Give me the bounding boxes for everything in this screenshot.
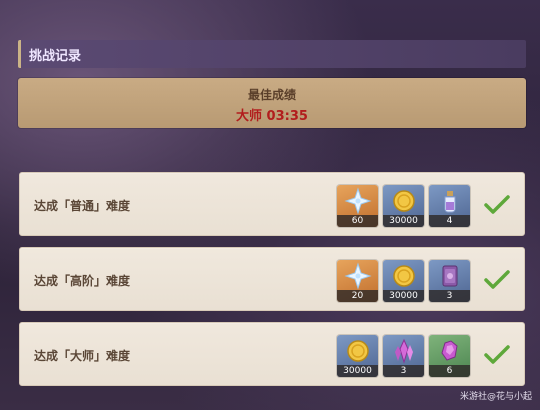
mora-coin-icon <box>383 185 424 217</box>
reward-item-book[interactable]: 3 <box>429 260 470 302</box>
challenge-row-advanced: 达成「高阶」难度 20 30000 3 <box>19 247 525 311</box>
primogem-icon <box>337 260 378 292</box>
reward-count: 30000 <box>383 215 424 227</box>
reward-count: 30000 <box>337 365 378 377</box>
completed-check-icon <box>484 195 510 219</box>
challenge-row-normal: 达成「普通」难度 60 30000 4 <box>19 172 525 236</box>
reward-item-crystal-chunk[interactable]: 6 <box>429 335 470 377</box>
best-score-value: 大师 03:35 <box>236 109 308 124</box>
potion-icon <box>429 185 470 217</box>
watermark-text: 米游社@花与小起 <box>459 392 532 402</box>
reward-item-mora[interactable]: 30000 <box>383 260 424 302</box>
reward-item-crystal[interactable]: 3 <box>383 335 424 377</box>
challenge-label: 达成「普通」难度 <box>34 199 131 213</box>
reward-count: 60 <box>337 215 378 227</box>
purple-book-icon <box>429 260 470 292</box>
primogem-icon <box>337 185 378 217</box>
reward-list: 60 30000 4 <box>337 185 470 227</box>
challenge-label: 达成「高阶」难度 <box>34 274 131 288</box>
reward-item-primogem[interactable]: 20 <box>337 260 378 302</box>
reward-item-primogem[interactable]: 60 <box>337 185 378 227</box>
reward-count: 30000 <box>383 290 424 302</box>
completed-check-icon <box>484 345 510 369</box>
reward-count: 3 <box>429 290 470 302</box>
mora-coin-icon <box>383 260 424 292</box>
reward-item-mora[interactable]: 30000 <box>383 185 424 227</box>
reward-list: 20 30000 3 <box>337 260 470 302</box>
reward-item-mora[interactable]: 30000 <box>337 335 378 377</box>
reward-count: 4 <box>429 215 470 227</box>
best-score-panel: 最佳成绩 大师 03:35 <box>18 78 526 128</box>
best-score-title: 最佳成绩 <box>247 88 296 102</box>
reward-count: 6 <box>429 365 470 377</box>
mora-coin-icon <box>337 335 378 367</box>
crystal-chunk-icon <box>429 335 470 367</box>
reward-count: 3 <box>383 365 424 377</box>
reward-list: 30000 3 6 <box>337 335 470 377</box>
challenge-row-master: 达成「大师」难度 30000 3 6 <box>19 322 525 386</box>
reward-count: 20 <box>337 290 378 302</box>
completed-check-icon <box>484 270 510 294</box>
section-title: 挑战记录 <box>29 48 82 64</box>
reward-item-potion[interactable]: 4 <box>429 185 470 227</box>
purple-crystal-icon <box>383 335 424 367</box>
section-header: 挑战记录 <box>18 40 526 68</box>
challenge-label: 达成「大师」难度 <box>34 349 131 363</box>
